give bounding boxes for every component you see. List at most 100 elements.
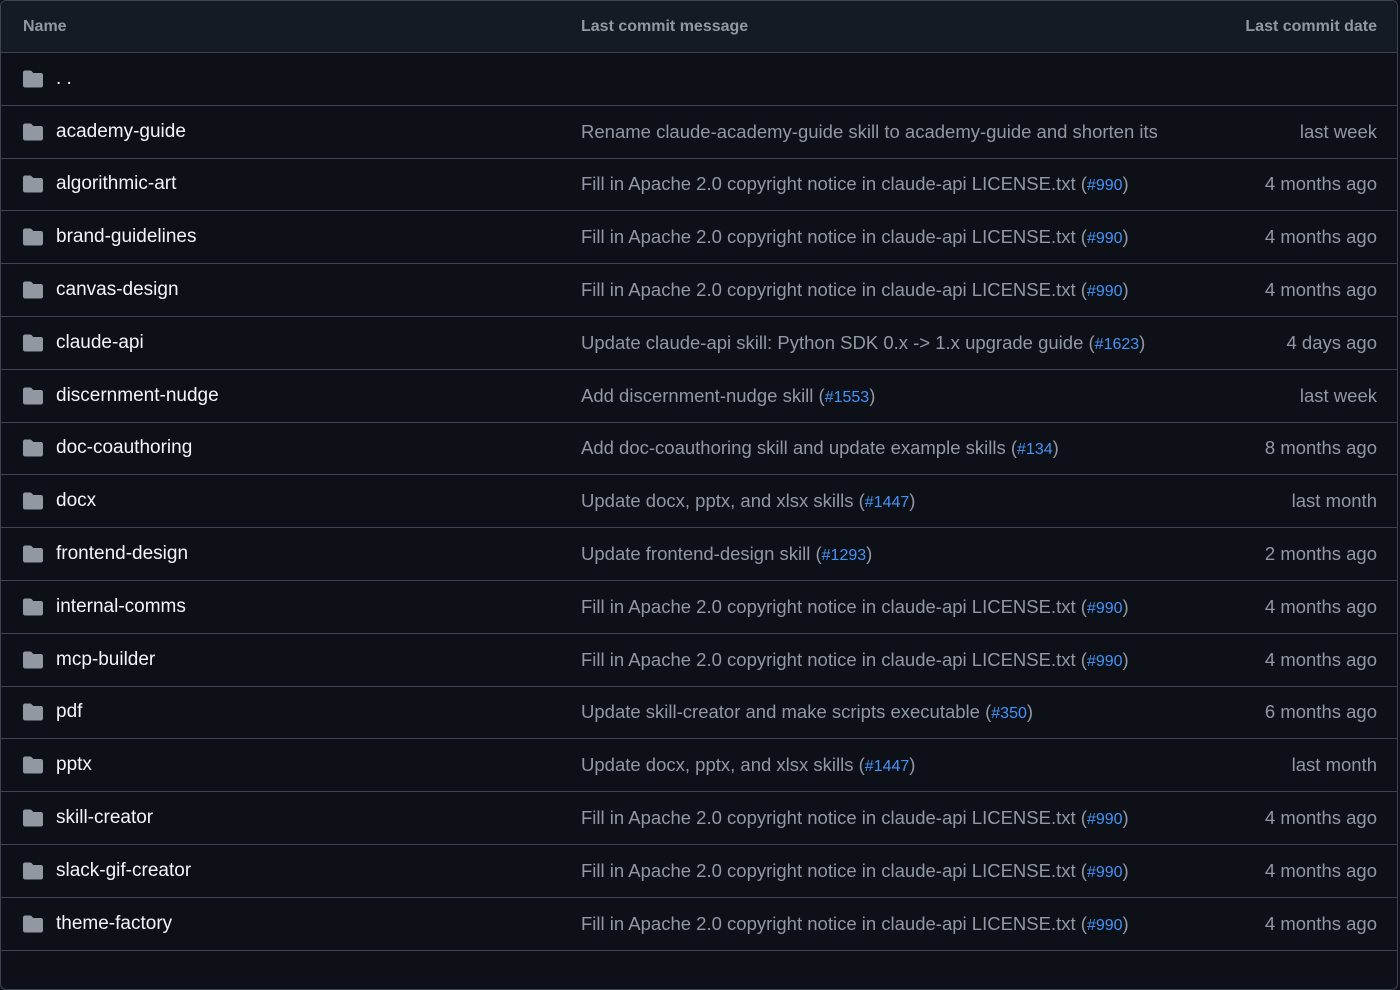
parent-directory-row[interactable]: . . (1, 53, 1397, 106)
commit-message-link[interactable]: Update docx, pptx, and xlsx skills ( (581, 490, 865, 511)
pull-request-link[interactable]: #990 (1087, 811, 1123, 828)
file-table: Name Last commit message Last commit dat… (0, 0, 1398, 990)
commit-date: 4 months ago (1264, 595, 1377, 617)
folder-link[interactable]: claude-api (56, 332, 144, 354)
table-row[interactable]: algorithmic-art Fill in Apache 2.0 copyri… (1, 159, 1397, 212)
folder-link[interactable]: canvas-design (56, 279, 179, 301)
table-row[interactable]: doc-coauthoring Add doc-coauthoring skill… (1, 423, 1397, 476)
folder-link[interactable]: discernment-nudge (56, 385, 219, 407)
folder-icon (23, 70, 43, 88)
table-row[interactable]: brand-guidelines Fill in Apache 2.0 copyr… (1, 211, 1397, 265)
commit-message-link[interactable]: Fill in Apache 2.0 copyright notice in c… (581, 173, 1087, 194)
table-row[interactable]: pptx Update docx, pptx, and xlsx skills (… (1, 739, 1397, 793)
pull-request-link[interactable]: #990 (1087, 653, 1123, 670)
pull-request-link[interactable]: #1447 (865, 758, 910, 775)
parent-directory-link[interactable]: . . (56, 68, 72, 90)
table-row[interactable]: academy-guide Rename claude-academy-guide… (1, 106, 1397, 159)
folder-icon (23, 756, 43, 774)
commit-message-link[interactable]: Fill in Apache 2.0 copyright notice in c… (581, 279, 1087, 300)
pull-request-link[interactable]: #990 (1087, 177, 1123, 194)
commit-date: 4 months ago (1264, 226, 1377, 248)
folder-link[interactable]: mcp-builder (56, 649, 155, 671)
folder-link[interactable]: doc-coauthoring (56, 437, 192, 459)
commit-message: Fill in Apache 2.0 copyright notice in c… (581, 859, 1129, 881)
header-name: Name (23, 17, 67, 35)
commit-message-link[interactable]: Update frontend-design skill ( (581, 543, 822, 564)
pull-request-link[interactable]: #990 (1087, 230, 1123, 247)
commit-date: 4 months ago (1264, 859, 1377, 881)
commit-date: 8 months ago (1264, 437, 1377, 459)
folder-icon (23, 334, 43, 352)
table-row[interactable]: mcp-builder Fill in Apache 2.0 copyright … (1, 634, 1397, 687)
commit-date: 4 months ago (1264, 648, 1377, 670)
commit-message: Update docx, pptx, and xlsx skills (#144… (581, 490, 916, 512)
table-row[interactable]: discernment-nudge Add discernment-nudge s… (1, 370, 1397, 423)
folder-icon (23, 281, 43, 299)
commit-message-link[interactable]: Update claude-api skill: Python SDK 0.x … (581, 332, 1095, 353)
commit-message: Fill in Apache 2.0 copyright notice in c… (581, 912, 1129, 934)
pull-request-link[interactable]: #990 (1087, 864, 1123, 881)
commit-date: 4 months ago (1264, 912, 1377, 934)
commit-date: 2 months ago (1264, 543, 1377, 565)
commit-message-link[interactable]: Fill in Apache 2.0 copyright notice in c… (581, 860, 1087, 881)
table-row[interactable]: pdf Update skill-creator and make scripts… (1, 687, 1397, 740)
commit-date: 4 months ago (1264, 807, 1377, 829)
table-row[interactable]: internal-comms Fill in Apache 2.0 copyrig… (1, 581, 1397, 634)
commit-message: Add discernment-nudge skill (#1553) (581, 384, 876, 406)
folder-link[interactable]: pptx (56, 754, 92, 776)
table-row[interactable]: slack-gif-creator Fill in Apache 2.0 copy… (1, 845, 1397, 898)
pull-request-link[interactable]: #134 (1017, 441, 1053, 458)
commit-message-link[interactable]: Fill in Apache 2.0 copyright notice in c… (581, 913, 1087, 934)
pull-request-link[interactable]: #990 (1087, 917, 1123, 934)
folder-icon (23, 175, 43, 193)
folder-link[interactable]: theme-factory (56, 913, 172, 935)
folder-link[interactable]: academy-guide (56, 121, 186, 143)
folder-icon (23, 703, 43, 721)
pull-request-link[interactable]: #1623 (1095, 336, 1140, 353)
folder-icon (23, 123, 43, 141)
commit-message-link[interactable]: Update docx, pptx, and xlsx skills ( (581, 754, 865, 775)
commit-message-link[interactable]: Add discernment-nudge skill ( (581, 385, 825, 406)
folder-link[interactable]: docx (56, 490, 96, 512)
commit-message: Fill in Apache 2.0 copyright notice in c… (581, 279, 1129, 301)
folder-icon (23, 228, 43, 246)
table-row[interactable]: canvas-design Fill in Apache 2.0 copyrigh… (1, 264, 1397, 317)
table-header: Name Last commit message Last commit dat… (1, 1, 1397, 53)
table-row[interactable]: frontend-design Update frontend-design sk… (1, 528, 1397, 581)
table-row[interactable]: claude-api Update claude-api skill: Pytho… (1, 317, 1397, 370)
commit-message-link[interactable]: Add doc-coauthoring skill and update exa… (581, 437, 1017, 458)
commit-date: last month (1291, 754, 1377, 776)
folder-link[interactable]: algorithmic-art (56, 173, 176, 195)
commit-date: 4 days ago (1286, 331, 1377, 353)
pull-request-link[interactable]: #990 (1087, 283, 1123, 300)
commit-date: 4 months ago (1264, 279, 1377, 301)
folder-link[interactable]: internal-comms (56, 596, 186, 618)
table-row[interactable]: docx Update docx, pptx, and xlsx skills (… (1, 475, 1397, 529)
commit-message: Update frontend-design skill (#1293) (581, 543, 873, 565)
commit-message: Rename claude-academy-guide skill to aca… (581, 121, 1157, 143)
pull-request-link[interactable]: #350 (991, 705, 1027, 722)
commit-date: 4 months ago (1264, 173, 1377, 195)
pull-request-link[interactable]: #990 (1087, 600, 1123, 617)
commit-message-link[interactable]: Fill in Apache 2.0 copyright notice in c… (581, 226, 1087, 247)
commit-message: Update claude-api skill: Python SDK 0.x … (581, 331, 1146, 353)
commit-date: 6 months ago (1264, 701, 1377, 723)
commit-message: Fill in Apache 2.0 copyright notice in c… (581, 595, 1129, 617)
table-row[interactable]: theme-factory Fill in Apache 2.0 copyrigh… (1, 898, 1397, 951)
folder-link[interactable]: frontend-design (56, 543, 188, 565)
folder-link[interactable]: slack-gif-creator (56, 860, 191, 882)
folder-link[interactable]: skill-creator (56, 807, 153, 829)
folder-link[interactable]: brand-guidelines (56, 226, 197, 248)
commit-message-link[interactable]: Rename claude-academy-guide skill to aca… (581, 121, 1157, 142)
commit-message-link[interactable]: Fill in Apache 2.0 copyright notice in c… (581, 596, 1087, 617)
pull-request-link[interactable]: #1447 (865, 494, 910, 511)
pull-request-link[interactable]: #1293 (822, 547, 867, 564)
commit-message-link[interactable]: Fill in Apache 2.0 copyright notice in c… (581, 807, 1087, 828)
pull-request-link[interactable]: #1553 (825, 389, 870, 406)
folder-icon (23, 387, 43, 405)
folder-icon (23, 809, 43, 827)
commit-message-link[interactable]: Update skill-creator and make scripts ex… (581, 701, 991, 722)
commit-message-link[interactable]: Fill in Apache 2.0 copyright notice in c… (581, 649, 1087, 670)
folder-link[interactable]: pdf (56, 701, 82, 723)
table-row[interactable]: skill-creator Fill in Apache 2.0 copyrigh… (1, 792, 1397, 845)
